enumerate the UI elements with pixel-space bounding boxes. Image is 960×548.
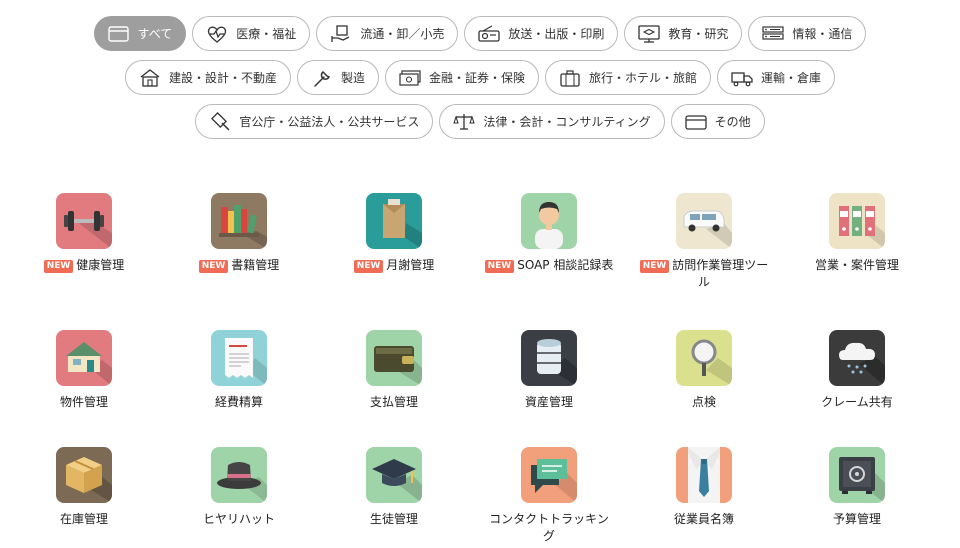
app-tile: [211, 193, 267, 249]
app-tile: [521, 193, 577, 249]
app-card-tuition[interactable]: NEW 月謝管理: [329, 193, 459, 274]
app-card-near-miss[interactable]: ヒヤリハット: [174, 447, 304, 528]
app-name: クレーム共有: [821, 395, 893, 409]
app-card-budget[interactable]: 予算管理: [792, 447, 922, 528]
app-name: 資産管理: [524, 395, 573, 409]
app-tile: [521, 447, 577, 503]
app-card-visit-work[interactable]: NEW 訪問作業管理ツール: [639, 193, 769, 291]
new-badge: NEW: [43, 260, 74, 273]
new-badge: NEW: [484, 260, 515, 273]
dumbbell-icon: [64, 211, 112, 249]
app-tile: [56, 193, 112, 249]
app-name: NEW 健康管理: [19, 257, 149, 274]
app-card-assets[interactable]: 資産管理: [484, 330, 614, 411]
app-name: コンタクトトラッキング: [489, 512, 609, 543]
books-icon: [219, 205, 267, 249]
app-name: 在庫管理: [59, 512, 108, 526]
app-name: 予算管理: [832, 512, 881, 526]
app-name: NEW 訪問作業管理ツール: [639, 257, 769, 291]
app-tile: [676, 193, 732, 249]
app-card-sales[interactable]: 営業・案件管理: [792, 193, 922, 274]
app-card-payment[interactable]: 支払管理: [329, 330, 459, 411]
database-icon: [537, 339, 577, 386]
mortarboard-icon: [372, 459, 422, 503]
app-tile: [829, 330, 885, 386]
app-tile: [56, 447, 112, 503]
magnifier-icon: [691, 339, 732, 386]
app-name: 従業員名簿: [673, 512, 734, 526]
van-icon: [683, 210, 732, 249]
cardboard-box-icon: [66, 457, 112, 503]
shirt-tie-icon: [688, 447, 720, 503]
app-tile: [676, 330, 732, 386]
app-tile: [366, 447, 422, 503]
app-name: NEW SOAP 相談記録表: [484, 257, 614, 274]
app-tile: [829, 193, 885, 249]
app-name: NEW 書籍管理: [174, 257, 304, 274]
app-card-students[interactable]: 生徒管理: [329, 447, 459, 528]
app-tile: [521, 330, 577, 386]
app-name: 点検: [691, 395, 716, 409]
app-grid: NEW 健康管理 NEW 書籍管理 NEW 月謝管理 NEW SOAP 相談記録表 NE…: [0, 0, 960, 548]
app-tile: [366, 330, 422, 386]
new-badge: NEW: [639, 260, 670, 273]
person-icon: [535, 202, 563, 249]
binders-icon: [839, 206, 885, 249]
app-tile: [676, 447, 732, 503]
app-name: 営業・案件管理: [814, 258, 899, 272]
app-tile: [56, 330, 112, 386]
app-name: NEW 月謝管理: [329, 257, 459, 274]
app-name: ヒヤリハット: [202, 512, 275, 526]
hat-icon: [217, 462, 267, 503]
chat-bubble-icon: [531, 459, 577, 503]
app-card-inventory[interactable]: 在庫管理: [19, 447, 149, 528]
app-name: 支払管理: [369, 395, 418, 409]
safe-icon: [839, 457, 885, 503]
envelope-icon: [383, 199, 422, 249]
wallet-icon: [374, 346, 422, 386]
new-badge: NEW: [353, 260, 384, 273]
app-name: 生徒管理: [369, 512, 418, 526]
app-name: 物件管理: [59, 395, 108, 409]
new-badge: NEW: [198, 260, 229, 273]
app-tile: [211, 330, 267, 386]
app-tile: [829, 447, 885, 503]
app-tile: [366, 193, 422, 249]
app-card-contact-tracking[interactable]: コンタクトトラッキング: [484, 447, 614, 545]
receipt-icon: [225, 338, 267, 386]
app-card-soap[interactable]: NEW SOAP 相談記録表: [484, 193, 614, 274]
app-card-inspection[interactable]: 点検: [639, 330, 769, 411]
cloud-rain-icon: [839, 342, 885, 386]
app-name: 経費精算: [214, 395, 263, 409]
app-card-health[interactable]: NEW 健康管理: [19, 193, 149, 274]
app-card-complaint[interactable]: クレーム共有: [792, 330, 922, 411]
app-tile: [211, 447, 267, 503]
app-card-expense[interactable]: 経費精算: [174, 330, 304, 411]
app-card-property[interactable]: 物件管理: [19, 330, 149, 411]
app-card-employee-roster[interactable]: 従業員名簿: [639, 447, 769, 528]
app-card-books[interactable]: NEW 書籍管理: [174, 193, 304, 274]
house-icon: [66, 342, 112, 386]
